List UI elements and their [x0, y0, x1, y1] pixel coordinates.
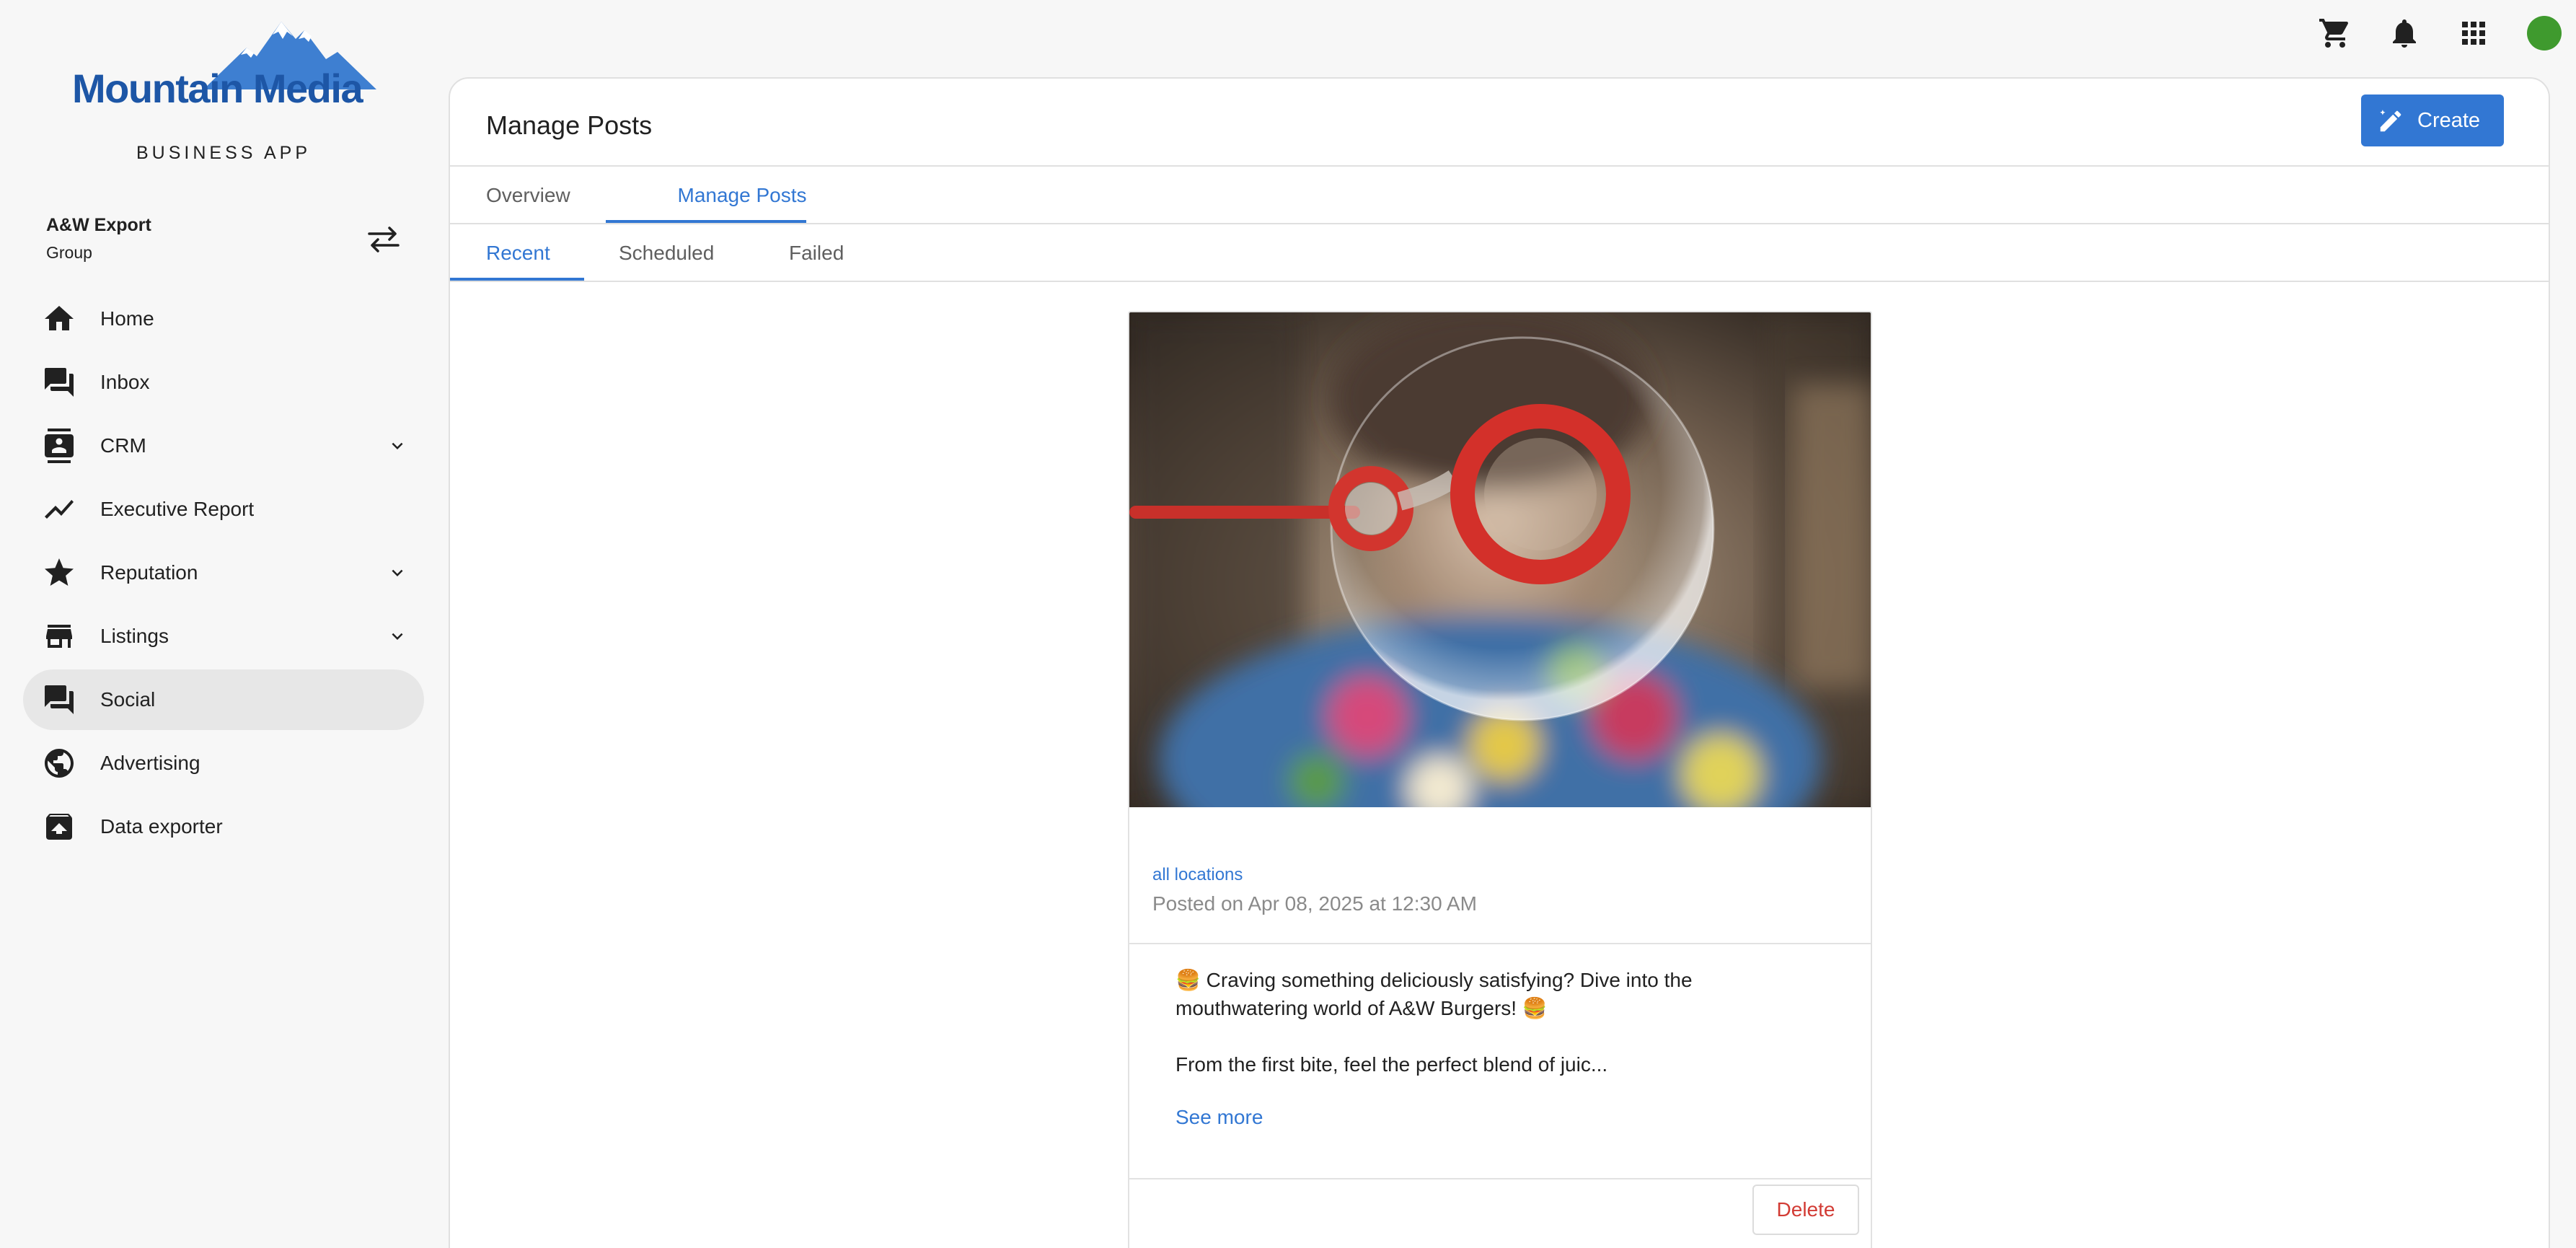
post-card: all locations Posted on Apr 08, 2025 at …	[1128, 311, 1872, 1248]
bell-icon[interactable]	[2387, 16, 2422, 50]
brand-logo[interactable]: Mountain Media	[69, 17, 379, 111]
tab-manage-posts[interactable]: Manage Posts	[642, 184, 842, 207]
sidebar-item-label: Reputation	[100, 561, 198, 584]
sidebar-item-label: Listings	[100, 625, 169, 647]
tab-overview[interactable]: Overview	[486, 184, 570, 207]
avatar[interactable]	[2527, 16, 2562, 50]
post-image[interactable]	[1129, 312, 1871, 807]
sidebar-item-label: Data exporter	[100, 815, 223, 838]
subtab-scheduled[interactable]: Scheduled	[619, 242, 714, 265]
apps-grid-icon[interactable]	[2456, 16, 2491, 50]
sidebar-item-advertising[interactable]: Advertising	[23, 733, 424, 794]
subtabs-divider	[450, 281, 2549, 282]
post-date: Posted on Apr 08, 2025 at 12:30 AM	[1152, 892, 1477, 915]
inbox-icon	[45, 368, 74, 397]
magic-pencil-icon	[2380, 110, 2401, 132]
post-divider	[1129, 943, 1871, 944]
storefront-icon	[46, 625, 72, 648]
post-text-paragraph: 🍔 Craving something deliciously satisfyi…	[1175, 969, 1693, 1019]
post-footer-divider	[1129, 1178, 1871, 1179]
main-panel: Manage Posts Create Overview Manage Post…	[449, 77, 2550, 1248]
post-locations-link[interactable]: all locations	[1152, 865, 1243, 885]
sidebar-item-label: Social	[100, 688, 156, 711]
sidebar-item-label: Inbox	[100, 371, 150, 393]
home-icon	[45, 306, 74, 330]
create-button[interactable]: Create	[2361, 95, 2504, 146]
bubble-wand-image	[1129, 312, 1871, 807]
sidebar-item-crm[interactable]: CRM	[23, 416, 424, 476]
chevron-down-icon[interactable]	[387, 435, 408, 457]
sidebar-item-label: Home	[100, 307, 154, 330]
create-button-label: Create	[2417, 109, 2481, 132]
sidebar-item-home[interactable]: Home	[23, 289, 424, 349]
account-name: A&W Export	[46, 215, 151, 235]
forum-icon	[45, 685, 74, 714]
page-title: Manage Posts	[486, 110, 653, 140]
post-text-paragraph: From the first bite, feel the perfect bl…	[1175, 1053, 1608, 1076]
header-divider	[450, 165, 2549, 167]
contacts-icon	[45, 429, 74, 463]
tabs-divider	[450, 223, 2549, 224]
see-more-link[interactable]: See more	[1175, 1106, 1263, 1129]
account-type: Group	[46, 243, 92, 262]
archive-icon	[46, 814, 72, 840]
sidebar-item-label: Executive Report	[100, 498, 255, 520]
app-subtitle: BUSINESS APP	[136, 143, 312, 163]
sidebar: Mountain Media BUSINESS APP A&W Export G…	[0, 0, 447, 1248]
star-icon	[45, 558, 74, 586]
sidebar-item-social[interactable]: Social	[23, 669, 424, 730]
sidebar-item-label: CRM	[100, 434, 146, 457]
sidebar-item-inbox[interactable]: Inbox	[23, 352, 424, 413]
sidebar-item-listings[interactable]: Listings	[23, 606, 424, 667]
sidebar-item-reputation[interactable]: Reputation	[23, 542, 424, 603]
cart-icon[interactable]	[2318, 16, 2352, 50]
chevron-down-icon[interactable]	[387, 562, 408, 584]
delete-button[interactable]: Delete	[1752, 1185, 1859, 1235]
sidebar-item-label: Advertising	[100, 752, 200, 774]
logo-text: Mountain Media	[72, 66, 363, 111]
globe-icon	[45, 749, 74, 778]
trend-line-icon	[45, 500, 74, 519]
post-body: 🍔 Craving something deliciously satisfyi…	[1175, 966, 1767, 1107]
account-switcher[interactable]: A&W Export Group	[46, 215, 151, 263]
subtab-recent[interactable]: Recent	[486, 242, 550, 265]
swap-arrows-icon[interactable]	[366, 225, 401, 254]
subtab-failed[interactable]: Failed	[789, 242, 844, 265]
sidebar-item-executive-report[interactable]: Executive Report	[23, 479, 424, 540]
sidebar-item-data-exporter[interactable]: Data exporter	[23, 796, 424, 857]
chevron-down-icon[interactable]	[387, 625, 408, 647]
sidebar-nav: Home Inbox CRM Executive Report Reputati…	[23, 289, 424, 860]
